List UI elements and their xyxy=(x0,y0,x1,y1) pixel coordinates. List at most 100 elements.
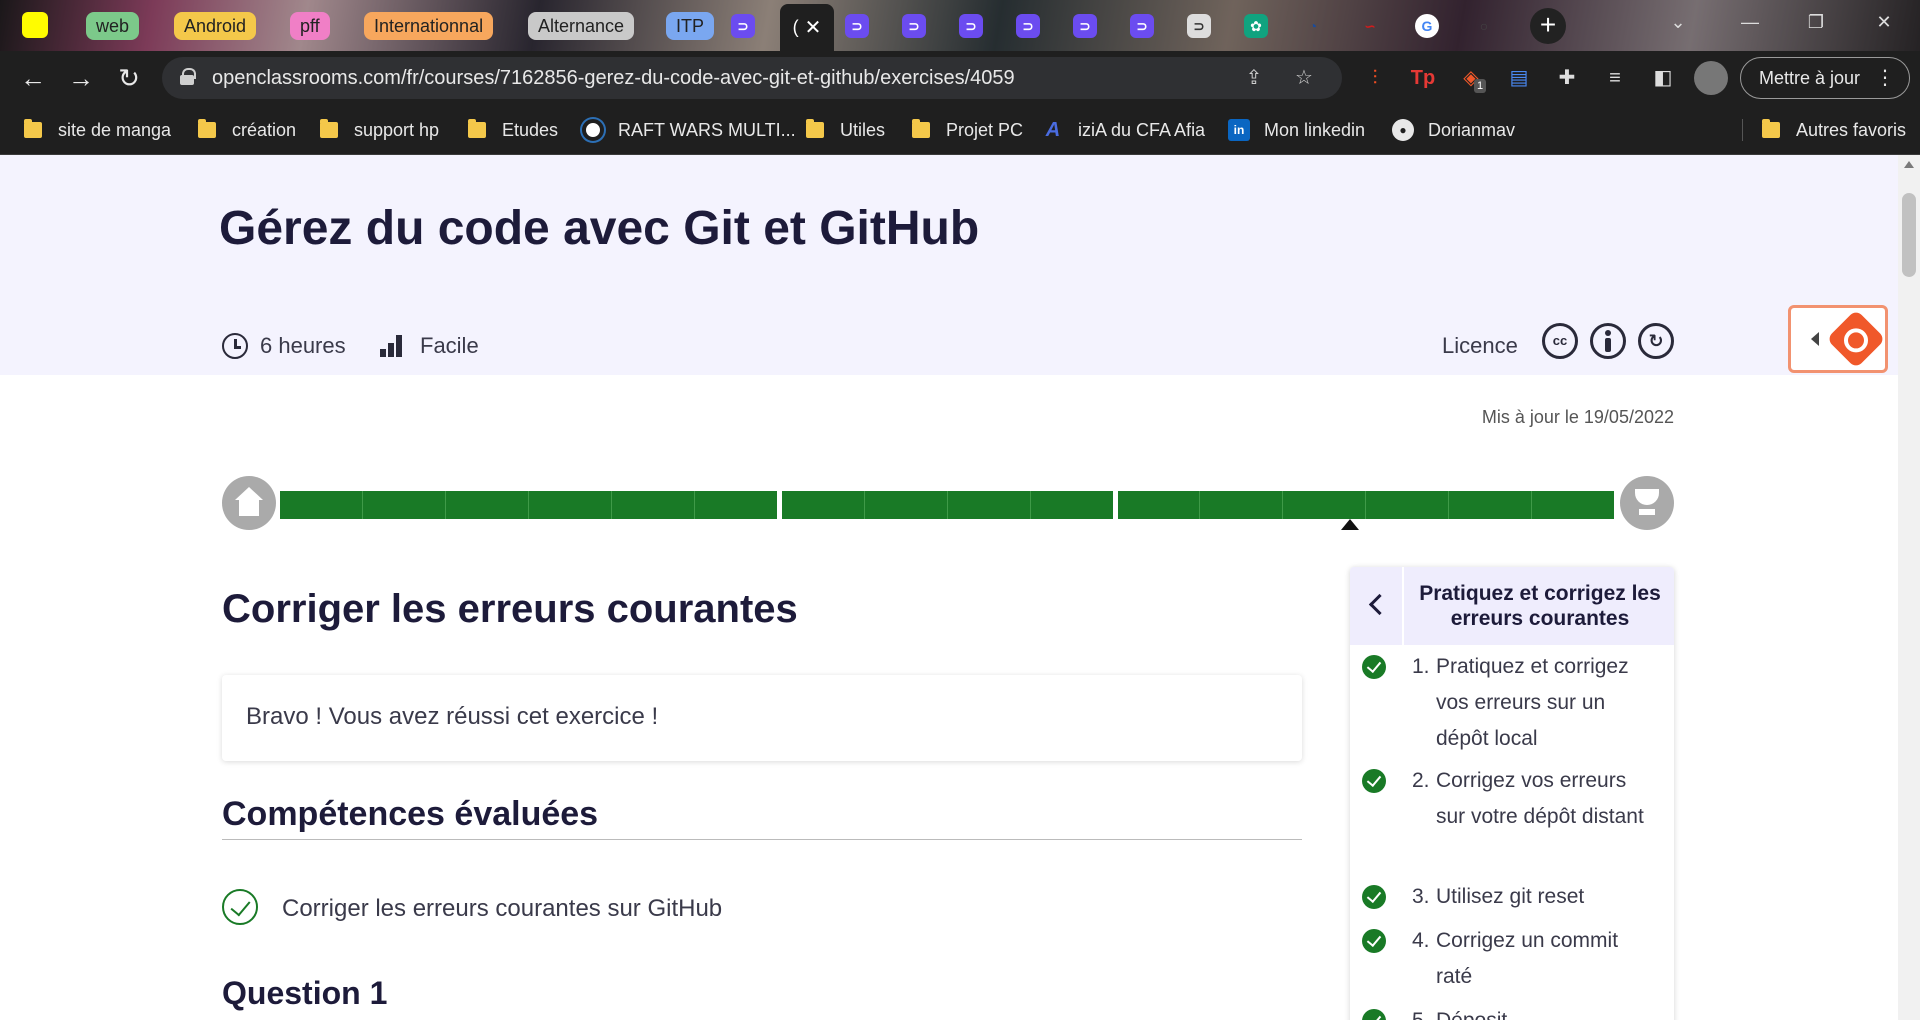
bookmark-item[interactable]: site de manga xyxy=(24,105,171,155)
tab-group-itp[interactable]: ITP xyxy=(666,12,715,40)
share-alike-icon[interactable]: ↻ xyxy=(1638,323,1674,359)
address-bar[interactable]: openclassrooms.com/fr/courses/7162856-ge… xyxy=(162,57,1342,99)
docs-icon[interactable]: ▤ xyxy=(1504,63,1534,93)
folder-icon xyxy=(24,119,42,138)
tab-search-button[interactable]: ⌄ xyxy=(1642,0,1714,44)
check-icon xyxy=(1362,1009,1386,1020)
tab-group-pff[interactable]: pff xyxy=(290,12,330,40)
chapter-side-panel: Pratiquez et corrigez les erreurs couran… xyxy=(1350,567,1674,1020)
extension-logo-icon xyxy=(1826,309,1886,369)
extension-icon[interactable]: Tp xyxy=(1408,63,1438,93)
progress-segment[interactable] xyxy=(781,491,1113,519)
tab-chatgpt[interactable]: ✿ xyxy=(1231,6,1281,46)
scrollbar-thumb[interactable] xyxy=(1902,193,1916,277)
tab-google[interactable]: G xyxy=(1402,6,1452,46)
licence-label: Licence xyxy=(1442,333,1518,358)
bookmark-item[interactable]: in Mon linkedin xyxy=(1228,105,1365,155)
reload-button[interactable]: ↻ xyxy=(112,61,146,95)
progress-segment[interactable] xyxy=(1117,491,1614,519)
close-window-button[interactable]: ✕ xyxy=(1848,0,1920,44)
side-panel-header: Pratiquez et corrigez les erreurs couran… xyxy=(1350,567,1674,645)
tab-app[interactable]: ∽ xyxy=(1345,6,1395,46)
forward-button[interactable]: → xyxy=(64,61,98,95)
chapter-title: Corriger les erreurs courantes xyxy=(222,587,798,631)
url-text[interactable]: openclassrooms.com/fr/courses/7162856-ge… xyxy=(212,57,1015,99)
bookmark-item[interactable]: AiziA du CFA Afia xyxy=(1042,105,1205,155)
tab-group-web[interactable]: web xyxy=(86,12,140,40)
profile-avatar[interactable] xyxy=(1694,61,1728,95)
check-circle-icon xyxy=(222,889,258,925)
cc-icon[interactable]: cc xyxy=(1542,323,1578,359)
home-icon[interactable] xyxy=(222,476,276,530)
tab-openclassrooms[interactable]: ⊃ xyxy=(1003,6,1053,46)
other-bookmarks[interactable]: Autres favoris xyxy=(1762,105,1906,155)
extension-widget[interactable] xyxy=(1788,305,1888,373)
tab-openclassrooms[interactable]: ⊃ xyxy=(946,6,996,46)
bookmark-item[interactable]: ● Dorianmav xyxy=(1392,105,1515,155)
new-tab-button[interactable]: + xyxy=(1530,8,1566,44)
tab-active[interactable]: ( ✕ xyxy=(780,4,834,51)
scroll-up-icon[interactable] xyxy=(1904,161,1914,168)
bookmark-item[interactable]: RAFT WARS MULTI... xyxy=(582,105,796,155)
tab-group-alternance[interactable]: Alternance xyxy=(528,12,635,40)
extension-icon[interactable]: ◈ 1 xyxy=(1456,63,1487,93)
lock-icon xyxy=(180,68,196,85)
back-button[interactable]: ← xyxy=(16,61,50,95)
bookmark-item[interactable]: support hp xyxy=(320,105,439,155)
tab-app[interactable]: ○ xyxy=(1459,6,1509,46)
tab-openclassrooms[interactable]: ⊃ xyxy=(1060,6,1110,46)
bookmark-item[interactable]: Projet PC xyxy=(912,105,1023,155)
progress-step xyxy=(612,491,695,519)
bookmark-star-icon[interactable]: ☆ xyxy=(1292,66,1316,90)
item-number: 3. xyxy=(1412,885,1430,908)
item-text: Déposit... xyxy=(1436,1003,1656,1020)
minimize-button[interactable]: — xyxy=(1714,0,1786,44)
side-panel-icon[interactable]: ◧ xyxy=(1648,63,1678,93)
update-button[interactable]: Mettre à jour ⋮ xyxy=(1740,57,1910,99)
bookmark-item[interactable]: création xyxy=(198,105,296,155)
skill-label: Corriger les erreurs courantes sur GitHu… xyxy=(282,895,723,922)
success-message: Bravo ! Vous avez réussi cet exercice ! xyxy=(246,703,659,730)
share-icon[interactable]: ⇪ xyxy=(1242,66,1266,90)
openclassrooms-icon: ⊃ xyxy=(1130,14,1154,38)
clock-icon xyxy=(222,333,248,359)
close-tab-icon[interactable]: ✕ xyxy=(805,15,822,40)
tab-app[interactable]: ◔ xyxy=(1288,6,1338,46)
restore-button[interactable]: ❐ xyxy=(1780,0,1852,44)
chevron-left-icon[interactable] xyxy=(1350,567,1404,645)
attribution-icon[interactable] xyxy=(1590,323,1626,359)
openclassrooms-icon: ⊃ xyxy=(959,14,983,38)
menu-dots-icon[interactable]: ⋮ xyxy=(1875,58,1895,98)
izia-icon: A xyxy=(1045,118,1061,141)
divider xyxy=(222,839,1302,840)
progress-step xyxy=(782,491,865,519)
bookmark-label: support hp xyxy=(354,119,440,140)
folder-icon xyxy=(468,119,486,138)
skills-heading: Compétences évaluées xyxy=(222,795,599,833)
tab-openclassrooms[interactable]: ⊃ xyxy=(1117,6,1167,46)
extensions-puzzle-icon[interactable]: ✚ xyxy=(1552,63,1582,93)
progress-step xyxy=(1532,491,1614,519)
bookmark-item[interactable]: Etudes xyxy=(468,105,558,155)
tab-openclassrooms[interactable]: ⊃ xyxy=(832,6,882,46)
page-content: Gérez du code avec Git et GitHub 6 heure… xyxy=(0,155,1898,1020)
check-icon xyxy=(1362,655,1386,679)
media-control-icon[interactable]: ≡ xyxy=(1600,63,1630,93)
tab-group-android[interactable]: Android xyxy=(174,12,257,40)
tab-page[interactable]: ⊃ xyxy=(1174,6,1224,46)
tab-openclassrooms[interactable]: ⊃ xyxy=(889,6,939,46)
tab-openclassrooms[interactable]: ⊃ xyxy=(718,6,768,46)
page-scrollbar[interactable] xyxy=(1898,155,1920,1020)
progress-current-marker xyxy=(1341,519,1359,530)
progress-step xyxy=(865,491,948,519)
item-number: 2. xyxy=(1412,769,1430,792)
extension-icon[interactable]: ⫶ xyxy=(1360,63,1390,93)
bookmark-label: Autres favoris xyxy=(1796,119,1907,140)
bookmark-item[interactable]: Utiles xyxy=(806,105,885,155)
snapchat-tab[interactable] xyxy=(22,12,48,38)
tab-group-internationnal[interactable]: Internationnal xyxy=(364,12,494,40)
progress-segment[interactable] xyxy=(280,491,777,519)
course-title: Gérez du code avec Git et GitHub xyxy=(219,202,980,255)
person-glyph xyxy=(1605,338,1611,352)
trophy-icon[interactable] xyxy=(1620,476,1674,530)
